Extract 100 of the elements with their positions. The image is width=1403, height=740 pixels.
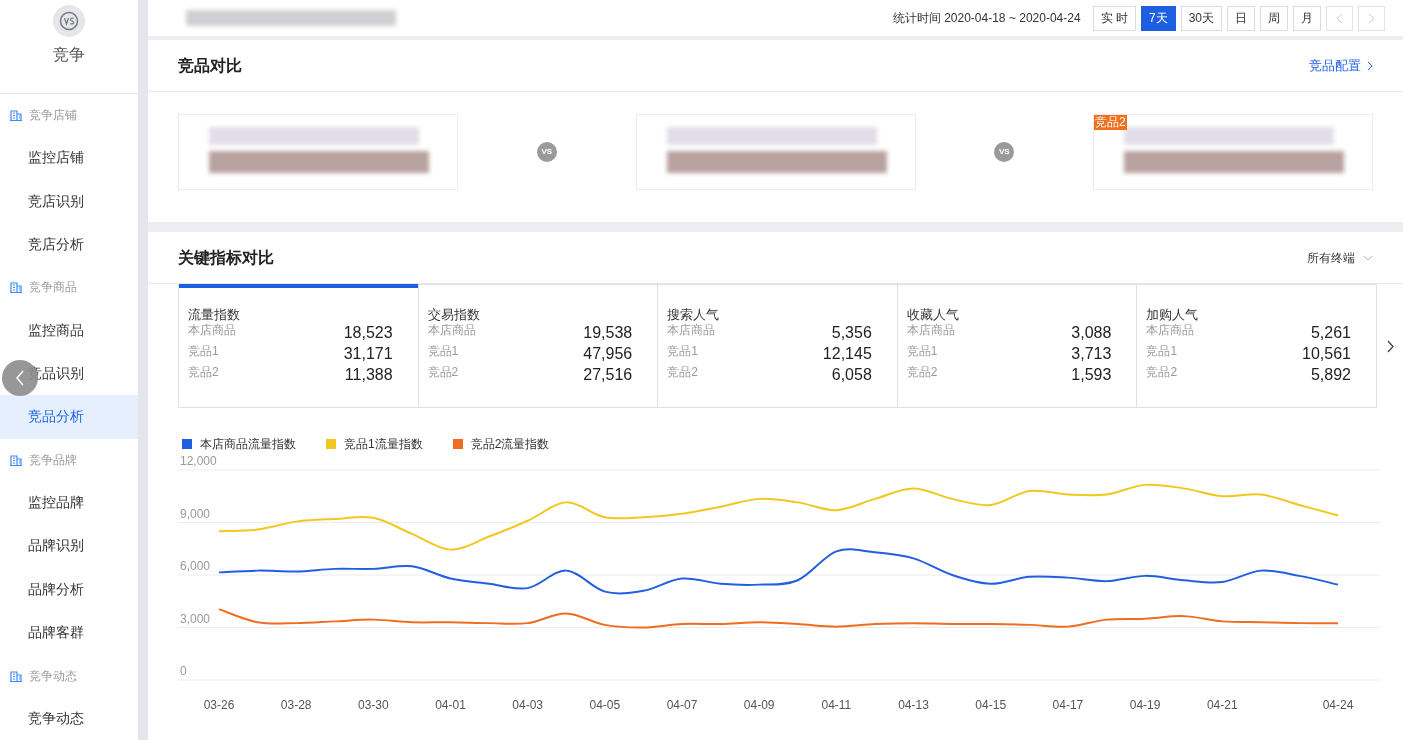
sidebar-item[interactable]: 监控商品 (0, 308, 138, 352)
sidebar-item[interactable]: 品牌分析 (0, 567, 138, 612)
vs-mark: VS (994, 142, 1015, 162)
metric-value: 3,088 (1071, 323, 1112, 343)
metric-value: 6,058 (831, 365, 872, 385)
sidebar-group-label: 竞争动态 (29, 667, 77, 685)
metric-label: 本店商品 (906, 323, 955, 338)
product-badge: 竞品2 (1094, 115, 1127, 130)
sidebar-item[interactable]: 监控店铺 (0, 135, 138, 180)
x-axis-label: 04-17 (1052, 698, 1084, 712)
sidebar-item[interactable]: 品牌识别 (0, 524, 138, 568)
sidebar-item[interactable]: 竞店分析 (0, 222, 138, 267)
metric-label: 竞品1 (188, 344, 219, 359)
vs-mark: VS (536, 142, 557, 162)
sidebar-item[interactable]: 品牌客群 (0, 611, 138, 655)
x-axis-label: 04-13 (898, 698, 929, 712)
x-axis-label: 04-01 (435, 698, 466, 712)
metric-title: 交易指数 (427, 307, 481, 323)
metric-title: 搜索人气 (667, 307, 721, 323)
product-tile[interactable] (178, 114, 458, 190)
metric-value: 5,261 (1310, 323, 1351, 343)
vs-logo-icon (53, 5, 85, 37)
y-axis-label: 12,000 (180, 454, 217, 468)
x-axis-label: 03-28 (280, 698, 312, 712)
metric-label: 竞品1 (1146, 344, 1178, 359)
metric-label: 竞品1 (427, 344, 459, 359)
building-icon (10, 281, 22, 294)
panel-title: 竞品对比 (178, 55, 242, 76)
metric-card[interactable]: 收藏人气 本店商品 3,088 竞品1 3,713 竞品2 1,593 (896, 285, 1137, 407)
y-axis-label: 9,000 (180, 506, 211, 521)
metric-label: 本店商品 (427, 323, 476, 338)
x-axis-label: 04-07 (666, 698, 698, 712)
y-axis-label: 3,000 (180, 611, 211, 626)
period-tab[interactable]: 30天 (1180, 5, 1222, 31)
period-tab[interactable]: 7天 (1140, 5, 1176, 31)
sidebar-group-label: 竞争品牌 (29, 451, 77, 469)
metric-value: 27,516 (583, 365, 633, 385)
metric-value: 5,892 (1310, 365, 1351, 385)
terminal-dropdown[interactable]: 所有终端 (1307, 248, 1373, 267)
metric-title: 收藏人气 (906, 307, 960, 323)
metric-label: 本店商品 (188, 323, 236, 338)
metric-label: 竞品2 (427, 365, 459, 380)
chevron-left-icon (15, 370, 25, 386)
sidebar-item[interactable]: 监控品牌 (0, 480, 138, 525)
period-tab[interactable]: 周 (1260, 5, 1288, 31)
building-icon (10, 108, 22, 121)
sidebar-group-label: 竞争店铺 (29, 106, 77, 124)
metric-card[interactable]: 加购人气 本店商品 5,261 竞品1 10,561 竞品2 5,892 (1136, 285, 1376, 407)
chevron-right-icon (1368, 12, 1375, 24)
building-icon (10, 669, 22, 682)
sidebar-group-label: 竞争商品 (29, 279, 77, 297)
page-arrow-button[interactable] (1358, 5, 1385, 31)
metric-label: 本店商品 (667, 323, 716, 338)
sidebar-item[interactable]: 竞品分析 (0, 395, 138, 439)
product-tile[interactable] (635, 114, 916, 190)
metric-label: 竞品2 (188, 365, 219, 380)
metric-value: 19,538 (583, 323, 633, 343)
metric-label: 竞品2 (906, 365, 938, 380)
metric-card[interactable]: 流量指数 本店商品 18,523 竞品1 31,171 竞品2 11,388 (179, 285, 418, 407)
x-axis-label: 03-26 (203, 698, 235, 712)
metric-value: 10,561 (1302, 344, 1351, 364)
period-tab[interactable]: 实 时 (1092, 5, 1136, 31)
metric-label: 竞品1 (906, 344, 938, 359)
legend-label[interactable]: 本店商品流量指数 (200, 435, 296, 453)
legend-label[interactable]: 竞品1流量指数 (344, 435, 423, 453)
metric-value: 11,388 (344, 365, 393, 385)
x-axis-label: 04-09 (743, 698, 775, 712)
legend-label[interactable]: 竞品2流量指数 (470, 435, 550, 453)
x-axis-label: 04-24 (1322, 698, 1354, 712)
metric-card[interactable]: 交易指数 本店商品 19,538 竞品1 47,956 竞品2 27,516 (417, 285, 658, 407)
metric-value: 12,145 (822, 344, 872, 364)
period-tab[interactable]: 月 (1293, 5, 1321, 31)
metric-value: 31,171 (343, 344, 393, 364)
metric-value: 5,356 (831, 323, 872, 343)
config-link[interactable]: 竞品配置 (1309, 55, 1373, 76)
date-range: 统计时间 2020-04-18 ~ 2020-04-24 (892, 10, 1081, 27)
metric-label: 竞品2 (1146, 365, 1178, 380)
chevron-right-icon (1386, 339, 1394, 353)
sidebar-item[interactable]: 竞店识别 (0, 179, 138, 223)
period-tab[interactable]: 日 (1227, 5, 1255, 31)
metric-label: 竞品2 (667, 365, 698, 380)
x-axis-label: 04-19 (1129, 698, 1161, 712)
metric-value: 18,523 (343, 323, 393, 343)
y-axis-label: 6,000 (180, 559, 211, 573)
metric-label: 竞品1 (667, 344, 698, 359)
x-axis-label: 03-30 (358, 698, 389, 712)
x-axis-label: 04-11 (821, 698, 852, 712)
caret-down-icon (1363, 254, 1373, 261)
metric-value: 3,713 (1071, 344, 1112, 364)
chevron-left-icon (1336, 12, 1343, 24)
metric-title: 加购人气 (1146, 307, 1200, 323)
metric-card[interactable]: 搜索人气 本店商品 5,356 竞品1 12,145 竞品2 6,058 (657, 285, 897, 407)
metric-value: 47,956 (583, 344, 633, 364)
building-icon (10, 453, 22, 466)
metric-value: 1,593 (1071, 365, 1112, 385)
x-axis-label: 04-15 (975, 698, 1007, 712)
x-axis-label: 04-03 (512, 698, 544, 712)
sidebar-item[interactable]: 竞争动态 (0, 696, 138, 740)
page-arrow-button[interactable] (1326, 5, 1353, 31)
chevron-right-icon (1367, 60, 1373, 71)
